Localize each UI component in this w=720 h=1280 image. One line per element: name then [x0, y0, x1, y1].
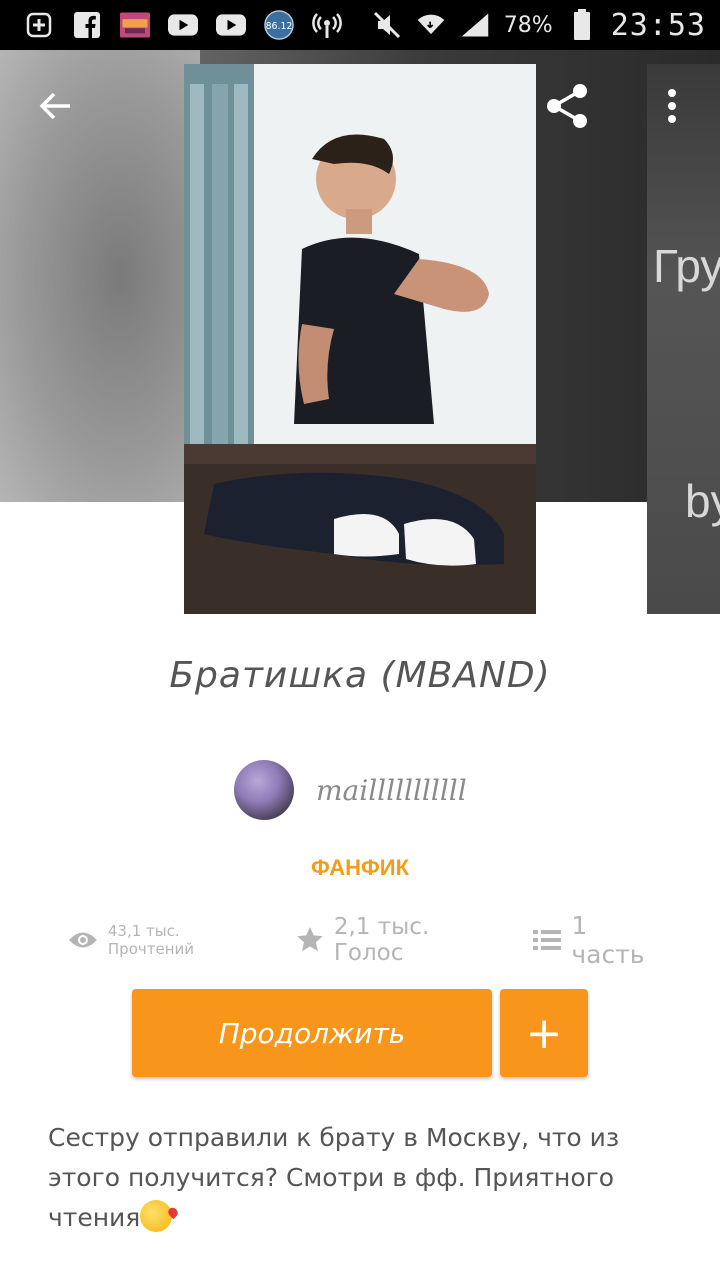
next-cover-preview[interactable]: Груб by	[647, 64, 720, 614]
category-label[interactable]: ФАНФИК	[0, 855, 720, 881]
parts-count: 1 часть	[571, 911, 645, 969]
wifi-hotspot-icon	[312, 10, 342, 40]
continue-reading-button[interactable]: Продолжить	[132, 989, 492, 1077]
reads-count: 43,1 тыс. Прочтений	[107, 922, 195, 958]
author-row[interactable]: mailllllllllll	[234, 760, 467, 820]
youtube-icon	[168, 10, 198, 40]
wifi-icon	[416, 10, 446, 40]
arrow-left-icon	[39, 92, 70, 120]
badge-text: 86.12	[266, 21, 293, 32]
clock: 23:53	[610, 7, 706, 43]
share-button[interactable]	[537, 76, 597, 136]
back-button[interactable]	[26, 76, 86, 136]
kiss-emoji-icon	[140, 1200, 173, 1232]
cover-illustration	[184, 64, 536, 614]
story-description: Сестру отправили к брату в Москву, что и…	[48, 1118, 668, 1238]
story-title: Братишка (MBAND)	[169, 655, 551, 696]
story-cover-image[interactable]	[184, 64, 536, 614]
plus-box-icon	[24, 10, 54, 40]
avatar[interactable]	[234, 760, 294, 820]
eye-icon	[68, 932, 97, 948]
share-icon	[547, 84, 587, 128]
status-bar: 86.12 78% 23:53	[0, 0, 720, 50]
star-icon	[297, 927, 323, 952]
votes-count: 2,1 тыс. Голос	[333, 914, 430, 966]
more-menu-button[interactable]	[642, 76, 702, 136]
youtube-icon	[216, 10, 246, 40]
next-cover-text: Груб	[653, 240, 720, 292]
mute-icon	[372, 10, 402, 40]
author-name[interactable]: mailllllllllll	[316, 774, 467, 807]
reads-stat: 43,1 тыс. Прочтений	[68, 922, 270, 958]
battery-icon	[567, 9, 597, 40]
next-cover-byline: by	[685, 475, 720, 527]
list-icon	[533, 930, 562, 950]
battery-percent: 78%	[503, 12, 553, 38]
signal-icon	[460, 10, 490, 40]
parts-stat[interactable]: 1 часть	[533, 911, 668, 969]
facebook-icon	[72, 10, 102, 40]
story-stats: 43,1 тыс. Прочтений 2,1 тыс. Голос 1 час…	[68, 911, 668, 969]
app-thumbnail-icon	[120, 10, 150, 40]
more-vert-icon	[668, 89, 676, 123]
badge-icon: 86.12	[264, 10, 294, 40]
add-to-library-button[interactable]: +	[500, 989, 588, 1077]
description-text: Сестру отправили к брату в Москву, что и…	[48, 1123, 620, 1232]
votes-stat: 2,1 тыс. Голос	[296, 914, 506, 966]
